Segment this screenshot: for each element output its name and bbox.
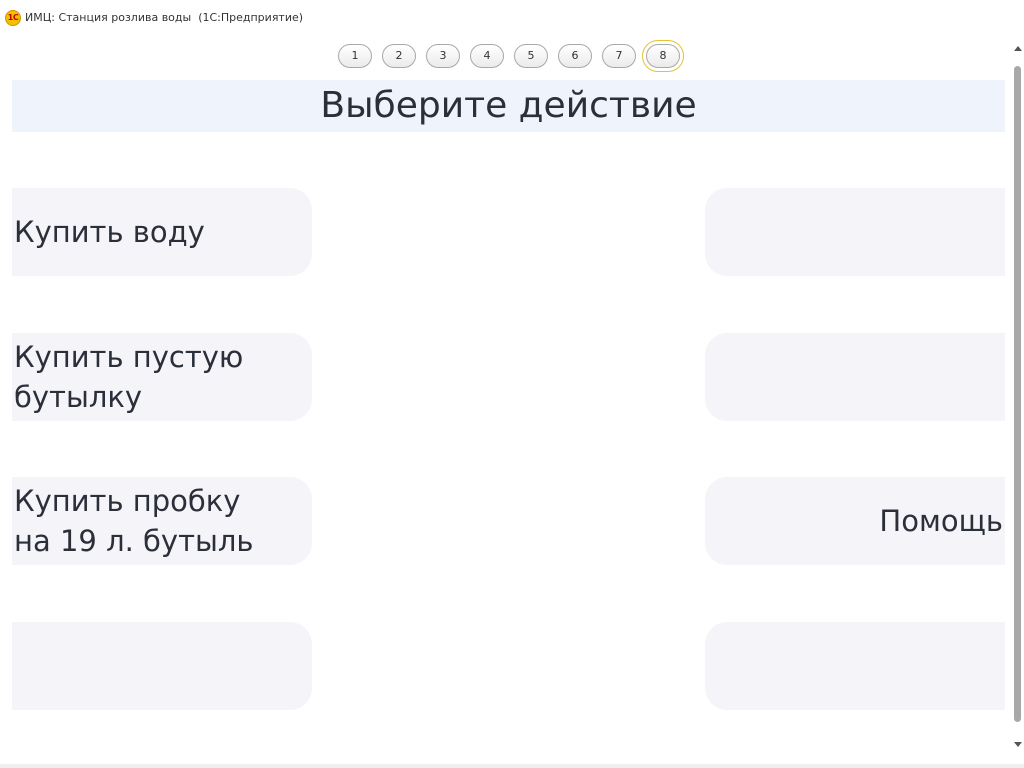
page-button-7[interactable]: 7 [602,44,636,68]
buy-water-button[interactable]: Купить воду [12,188,312,276]
tile-label: Помощь [879,504,1003,538]
tile-label-line2: бутылку [14,380,143,414]
tile-label-line2: на 19 л. бутыль [14,524,254,558]
app-logo-icon: 1С [5,10,21,26]
vertical-scrollbar[interactable] [1012,44,1024,756]
page-button-5[interactable]: 5 [514,44,548,68]
empty-action-button-right-1[interactable] [705,188,1005,276]
window-title: ИМЦ: Станция розлива воды (1С:Предприяти… [25,11,304,24]
page-button-6[interactable]: 6 [558,44,592,68]
empty-action-button-right-2[interactable] [705,333,1005,421]
page-button-1[interactable]: 1 [338,44,372,68]
page-button-4[interactable]: 4 [470,44,504,68]
scroll-down-arrow-icon[interactable] [1014,742,1022,747]
page-button-2[interactable]: 2 [382,44,416,68]
page-title: Выберите действие [320,85,697,126]
empty-action-button-left-4[interactable] [12,622,312,710]
bottom-divider [0,764,1024,768]
buy-empty-bottle-button[interactable]: Купить пустую бутылку [12,333,312,421]
buy-cap-button[interactable]: Купить пробку на 19 л. бутыль [12,477,312,565]
title-bar: 1С ИМЦ: Станция розлива воды (1С:Предпри… [0,0,1024,34]
help-button[interactable]: Помощь [705,477,1005,565]
tile-label-line1: Купить пустую [14,340,244,374]
page-button-3[interactable]: 3 [426,44,460,68]
tile-label-line1: Купить пробку [14,484,241,518]
scroll-up-arrow-icon[interactable] [1014,46,1022,51]
page-button-8[interactable]: 8 [642,40,684,72]
scroll-thumb[interactable] [1014,66,1021,722]
empty-action-button-right-4[interactable] [705,622,1005,710]
header-band: Выберите действие [12,80,1005,132]
tile-label-line1: Купить воду [14,215,205,249]
